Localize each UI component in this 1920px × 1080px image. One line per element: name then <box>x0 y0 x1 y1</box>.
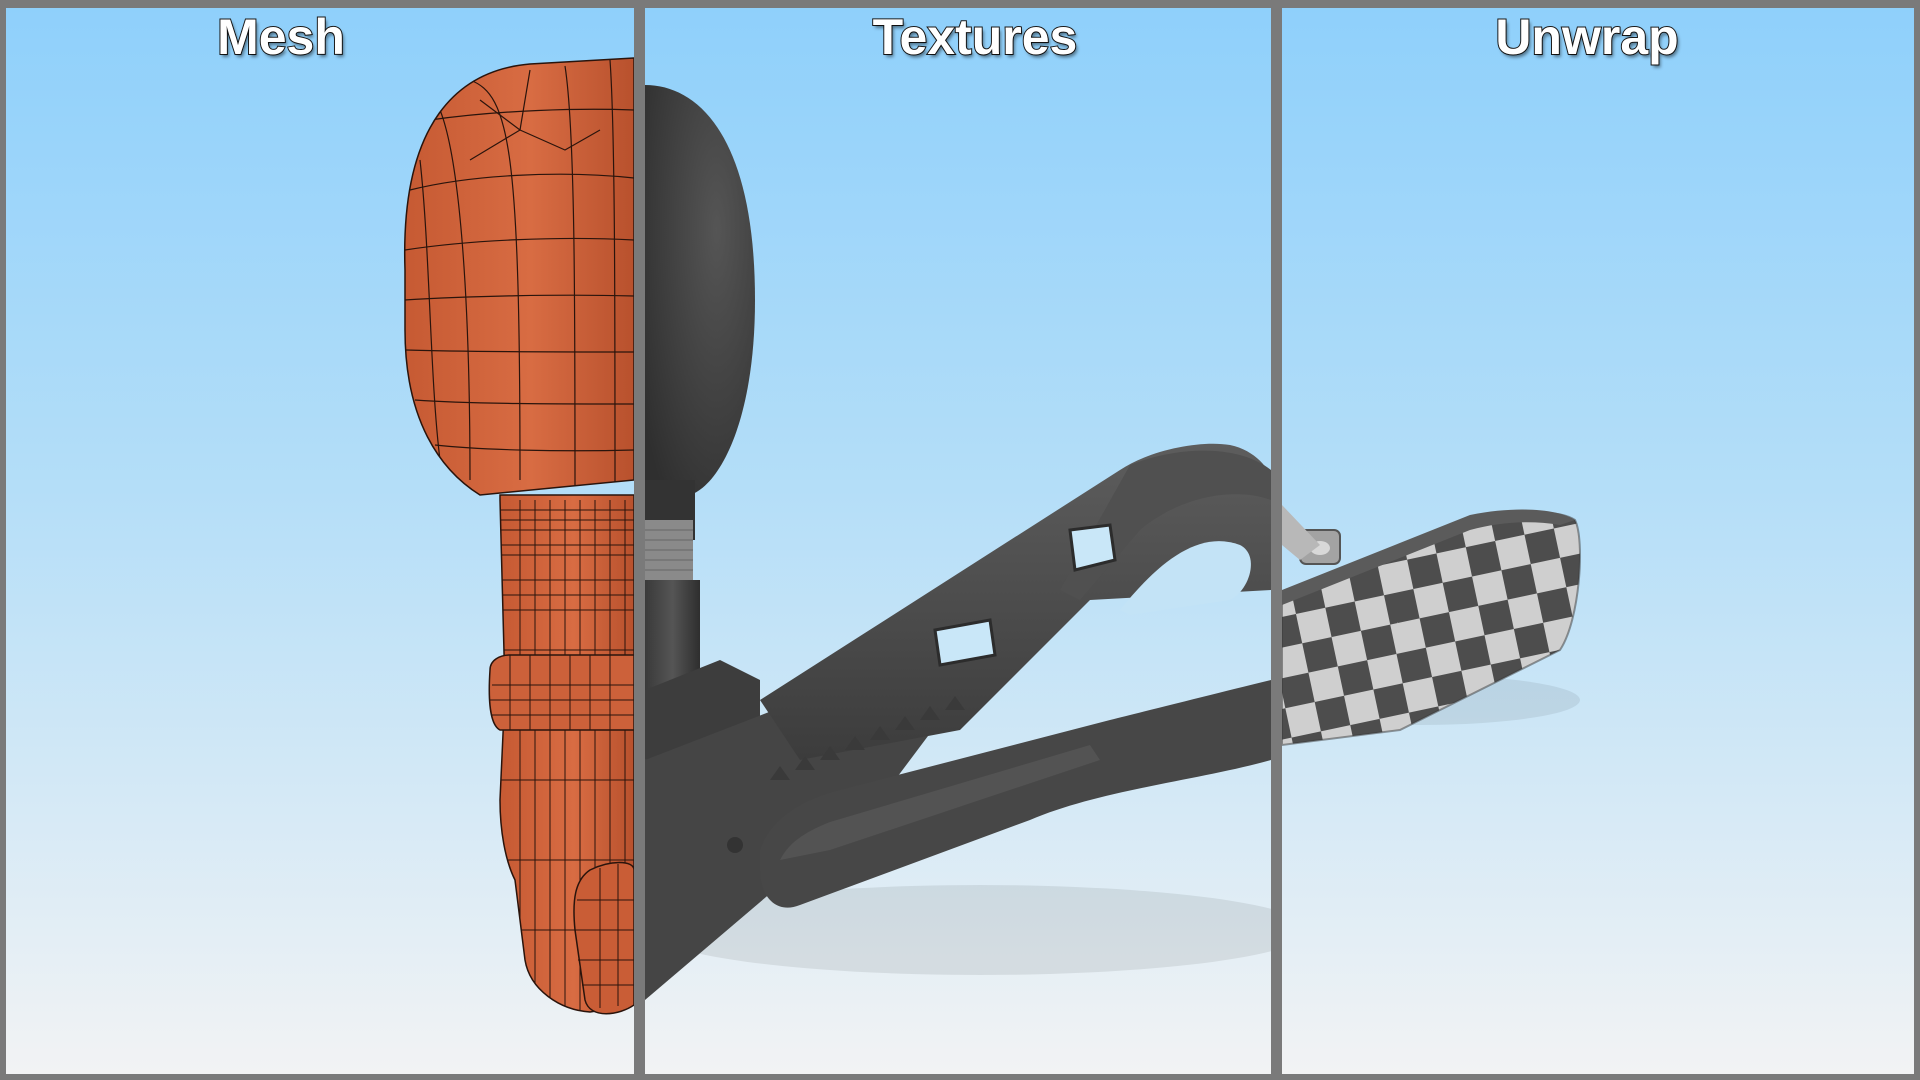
divider-right <box>1271 0 1282 1080</box>
panel-title-unwrap: Unwrap <box>1494 9 1679 65</box>
render-showcase: Mesh Textures Unwrap <box>0 0 1920 1080</box>
divider-left <box>634 0 645 1080</box>
panel-title-mesh: Mesh <box>216 9 346 65</box>
panel-title-textures: Textures <box>872 9 1079 65</box>
panel-unwrap-background <box>1282 8 1914 1074</box>
scene-illustration <box>6 0 1914 1080</box>
unwrap-render <box>1282 505 1581 747</box>
